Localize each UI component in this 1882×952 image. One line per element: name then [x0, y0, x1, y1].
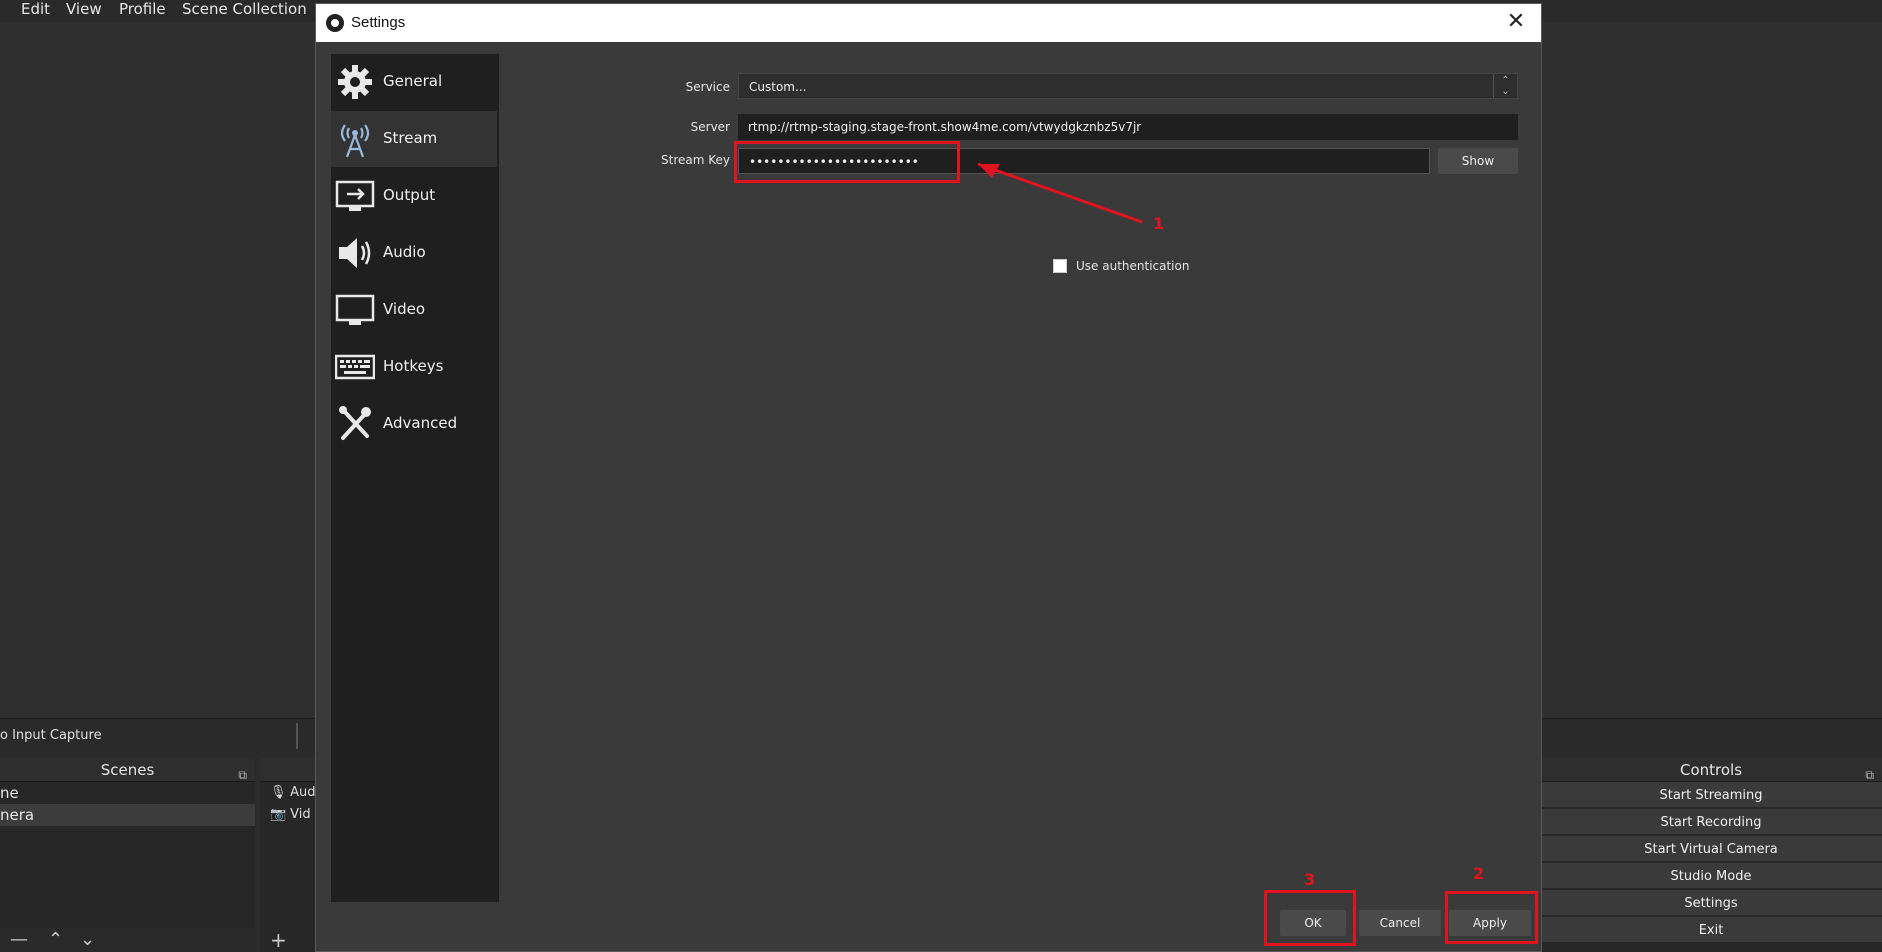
annotation-box-2	[1445, 891, 1538, 944]
exit-button[interactable]: Exit	[1540, 917, 1882, 944]
sources-dock: 🎙 Aud 📷 Vid +	[260, 758, 320, 952]
annotation-box-3	[1264, 890, 1356, 946]
controls-title: Controls ⧉	[1540, 758, 1882, 782]
microphone-icon: 🎙	[270, 785, 287, 800]
service-value: Custom...	[749, 80, 807, 94]
server-label: Server	[690, 120, 730, 134]
nav-general[interactable]: General	[331, 54, 497, 110]
annotation-number-2: 2	[1473, 864, 1485, 883]
undock-icon[interactable]: ⧉	[238, 763, 247, 787]
menu-edit[interactable]: Edit	[21, 0, 50, 20]
scene-item[interactable]: ne	[0, 782, 255, 804]
dialog-title: Settings	[351, 14, 406, 31]
nav-label: General	[383, 72, 443, 90]
show-key-button[interactable]: Show	[1438, 148, 1518, 174]
use-authentication-checkbox[interactable]	[1053, 259, 1067, 273]
stream-key-label: Stream Key	[661, 153, 730, 167]
nav-advanced[interactable]: Advanced	[331, 396, 497, 452]
annotation-box-1	[734, 141, 960, 183]
settings-sidebar: General Stream Output Audio Video Hotkey…	[331, 54, 499, 902]
source-item-label: Vid	[290, 807, 311, 822]
gear-icon	[338, 65, 372, 99]
menu-scene-collection[interactable]: Scene Collection	[182, 0, 307, 20]
nav-output[interactable]: Output	[331, 168, 497, 224]
speaker-icon	[339, 238, 371, 268]
obs-logo-icon	[326, 14, 344, 32]
nav-video[interactable]: Video	[331, 282, 497, 338]
studio-mode-button[interactable]: Studio Mode	[1540, 863, 1882, 890]
selected-source-label: o Input Capture	[0, 728, 102, 743]
nav-audio[interactable]: Audio	[331, 225, 497, 281]
output-monitor-icon	[335, 180, 375, 211]
nav-label: Audio	[383, 243, 426, 261]
scenes-toolbar: — ⌃ ⌄	[0, 928, 255, 952]
annotation-number-3: 3	[1304, 870, 1316, 889]
server-input[interactable]: rtmp://rtmp-staging.stage-front.show4me.…	[738, 114, 1518, 140]
keyboard-icon	[335, 354, 375, 380]
scene-item[interactable]: nera	[0, 804, 255, 826]
remove-scene-icon[interactable]: —	[10, 929, 28, 950]
scenes-dock: Scenes ⧉ ne nera — ⌃ ⌄	[0, 758, 255, 952]
start-recording-button[interactable]: Start Recording	[1540, 809, 1882, 836]
scenes-title: Scenes ⧉	[0, 758, 255, 782]
nav-hotkeys[interactable]: Hotkeys	[331, 339, 497, 395]
controls-dock: Controls ⧉ Start Streaming Start Recordi…	[1540, 758, 1882, 952]
move-down-icon[interactable]: ⌄	[80, 929, 95, 950]
start-virtual-camera-button[interactable]: Start Virtual Camera	[1540, 836, 1882, 863]
source-item[interactable]: 📷 Vid	[260, 804, 320, 826]
nav-label: Hotkeys	[383, 357, 444, 375]
use-authentication-label: Use authentication	[1076, 259, 1190, 273]
menu-view[interactable]: View	[66, 0, 102, 20]
undock-icon[interactable]: ⧉	[1865, 763, 1874, 787]
nav-stream[interactable]: Stream	[331, 111, 497, 167]
antenna-icon	[340, 124, 370, 158]
nav-label: Advanced	[383, 414, 458, 432]
updown-arrow-icon: ⌃ ⌄	[1493, 74, 1517, 98]
source-item[interactable]: 🎙 Aud	[260, 782, 320, 804]
start-streaming-button[interactable]: Start Streaming	[1540, 782, 1882, 809]
toolbar-separator	[296, 723, 298, 749]
settings-button[interactable]: Settings	[1540, 890, 1882, 917]
annotation-number-1: 1	[1153, 214, 1165, 233]
move-up-icon[interactable]: ⌃	[48, 929, 63, 950]
camera-icon: 📷	[270, 807, 287, 822]
nav-label: Stream	[383, 129, 438, 147]
nav-label: Output	[383, 186, 436, 204]
monitor-icon	[335, 294, 375, 325]
service-label: Service	[685, 80, 730, 94]
source-item-label: Aud	[290, 785, 316, 800]
dialog-titlebar: Settings ✕	[316, 4, 1541, 42]
annotation-arrow-icon	[977, 162, 1143, 224]
cancel-button[interactable]: Cancel	[1359, 910, 1441, 936]
menu-profile[interactable]: Profile	[119, 0, 166, 20]
sources-title	[260, 758, 320, 782]
nav-label: Video	[383, 300, 426, 318]
scenes-title-text: Scenes	[100, 761, 155, 779]
tools-icon	[339, 406, 371, 440]
service-select[interactable]: Custom... ⌃ ⌄	[738, 73, 1518, 99]
controls-title-text: Controls	[1679, 761, 1743, 779]
close-button[interactable]: ✕	[1503, 10, 1529, 36]
add-source-icon[interactable]: +	[270, 928, 287, 952]
